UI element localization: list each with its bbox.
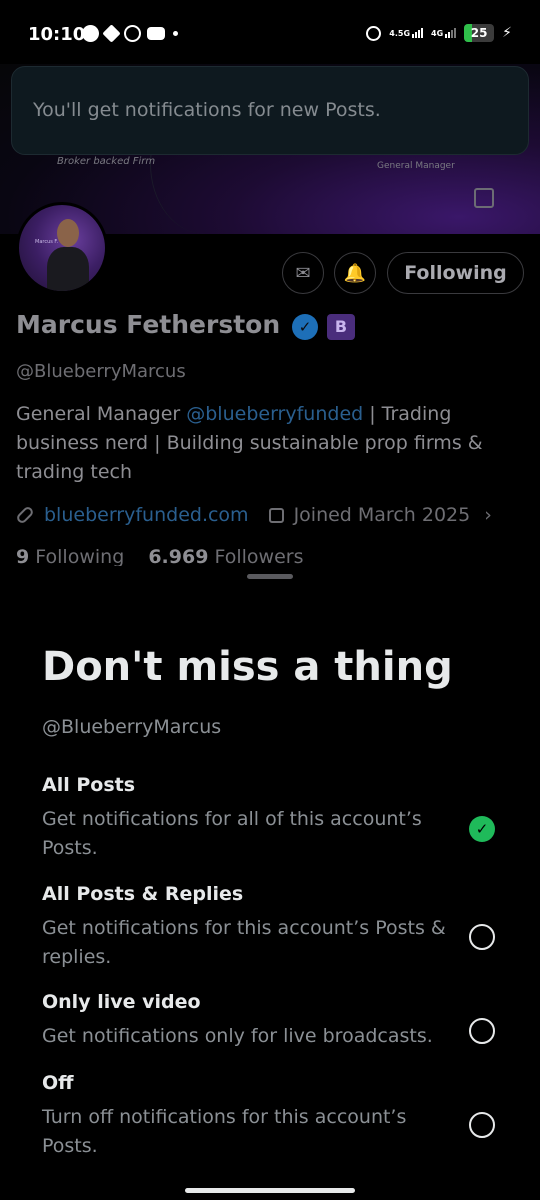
alarm-icon bbox=[366, 25, 382, 41]
radio-unselected-icon[interactable] bbox=[469, 1112, 495, 1138]
status-bar: 10:10 4.5G 4G 25 ⚡ bbox=[0, 0, 540, 64]
followers-stat[interactable]: 6.969 Followers bbox=[148, 546, 303, 568]
profile-stats: 9 Following 6.969 Followers bbox=[16, 546, 303, 568]
verified-badge-icon[interactable]: ✓ bbox=[292, 314, 318, 340]
notifications-button[interactable]: 🔔 bbox=[334, 252, 376, 294]
radio-unselected-icon[interactable] bbox=[469, 924, 495, 950]
signal-bars-icon bbox=[445, 28, 457, 38]
battery-icon: 25 bbox=[464, 24, 495, 42]
message-button[interactable]: ✉ bbox=[282, 252, 324, 294]
avatar-body bbox=[47, 247, 89, 291]
profile-name: Marcus Fetherston bbox=[16, 310, 281, 339]
profile-meta: blueberryfunded.com Joined March 2025 › bbox=[15, 504, 492, 526]
option-description: Get notifications only for live broadcas… bbox=[42, 1025, 433, 1047]
notification-icons bbox=[82, 24, 178, 43]
game-controller-icon bbox=[147, 27, 165, 40]
signal-bars-icon bbox=[412, 28, 424, 38]
option-all-posts-replies[interactable]: All Posts & Replies Get notifications fo… bbox=[42, 883, 502, 972]
option-description: Turn off notifications for this account’… bbox=[42, 1106, 407, 1157]
sheet-handle: @BlueberryMarcus bbox=[42, 716, 222, 738]
avatar-head bbox=[57, 219, 79, 247]
telegram-icon bbox=[82, 25, 99, 42]
download-icon[interactable] bbox=[474, 188, 494, 208]
banner-text-right: General Manager bbox=[377, 161, 455, 171]
avatar-caption: Marcus F. bbox=[35, 239, 59, 245]
signal-4g: 4G bbox=[431, 28, 457, 38]
bio-mention-link[interactable]: @blueberryfunded bbox=[186, 403, 363, 425]
network-type-1: 4.5G bbox=[389, 29, 411, 38]
followers-label: Followers bbox=[214, 546, 304, 568]
radio-selected-icon[interactable]: ✓ bbox=[469, 816, 495, 842]
option-off[interactable]: Off Turn off notifications for this acco… bbox=[42, 1072, 502, 1161]
option-description: Get notifications for this account’s Pos… bbox=[42, 917, 446, 968]
sheet-title: Don't miss a thing bbox=[42, 644, 453, 690]
calendar-icon bbox=[268, 507, 284, 523]
network-type-2: 4G bbox=[431, 29, 444, 38]
whatsapp-icon bbox=[124, 25, 141, 42]
charging-icon: ⚡ bbox=[502, 25, 512, 41]
option-all-posts[interactable]: All Posts Get notifications for all of t… bbox=[42, 774, 502, 863]
joined-date: Joined March 2025 bbox=[293, 504, 471, 526]
home-indicator[interactable] bbox=[185, 1188, 355, 1193]
following-button[interactable]: Following bbox=[387, 252, 524, 294]
avatar[interactable]: Marcus F. bbox=[16, 202, 108, 294]
option-title: All Posts bbox=[42, 774, 136, 796]
envelope-icon: ✉ bbox=[295, 262, 311, 284]
option-title: Off bbox=[42, 1072, 74, 1094]
chevron-right-icon[interactable]: › bbox=[484, 504, 492, 526]
option-title: All Posts & Replies bbox=[42, 883, 244, 905]
profile-bio: General Manager @blueberryfunded | Tradi… bbox=[16, 400, 516, 487]
following-label: Following bbox=[35, 546, 125, 568]
following-stat[interactable]: 9 Following bbox=[16, 546, 124, 568]
bio-prefix: General Manager bbox=[16, 403, 187, 425]
option-title: Only live video bbox=[42, 991, 201, 1013]
radio-unselected-icon[interactable] bbox=[469, 1018, 495, 1044]
followers-count: 6.969 bbox=[148, 546, 209, 568]
following-count: 9 bbox=[16, 546, 30, 568]
bell-check-icon: 🔔 bbox=[343, 262, 367, 284]
sheet-drag-handle[interactable] bbox=[247, 574, 293, 579]
status-time: 10:10 bbox=[28, 24, 86, 45]
battery-percent: 25 bbox=[470, 26, 488, 40]
toast-message: You'll get notifications for new Posts. bbox=[33, 99, 381, 121]
more-notifications-dot bbox=[173, 31, 178, 36]
option-description: Get notifications for all of this accoun… bbox=[42, 808, 422, 859]
signal-4-5g: 4.5G bbox=[389, 28, 424, 38]
website-link[interactable]: blueberryfunded.com bbox=[44, 504, 249, 526]
telegram-plane-icon bbox=[102, 24, 121, 43]
banner-text-left: Broker backed Firm bbox=[57, 156, 156, 167]
affiliate-badge[interactable]: B bbox=[327, 314, 355, 340]
link-icon bbox=[15, 505, 35, 525]
notification-toast: You'll get notifications for new Posts. bbox=[11, 66, 529, 155]
profile-handle: @BlueberryMarcus bbox=[16, 361, 186, 382]
status-right: 4.5G 4G 25 ⚡ bbox=[366, 24, 512, 42]
option-live-video[interactable]: Only live video Get notifications only f… bbox=[42, 991, 502, 1051]
